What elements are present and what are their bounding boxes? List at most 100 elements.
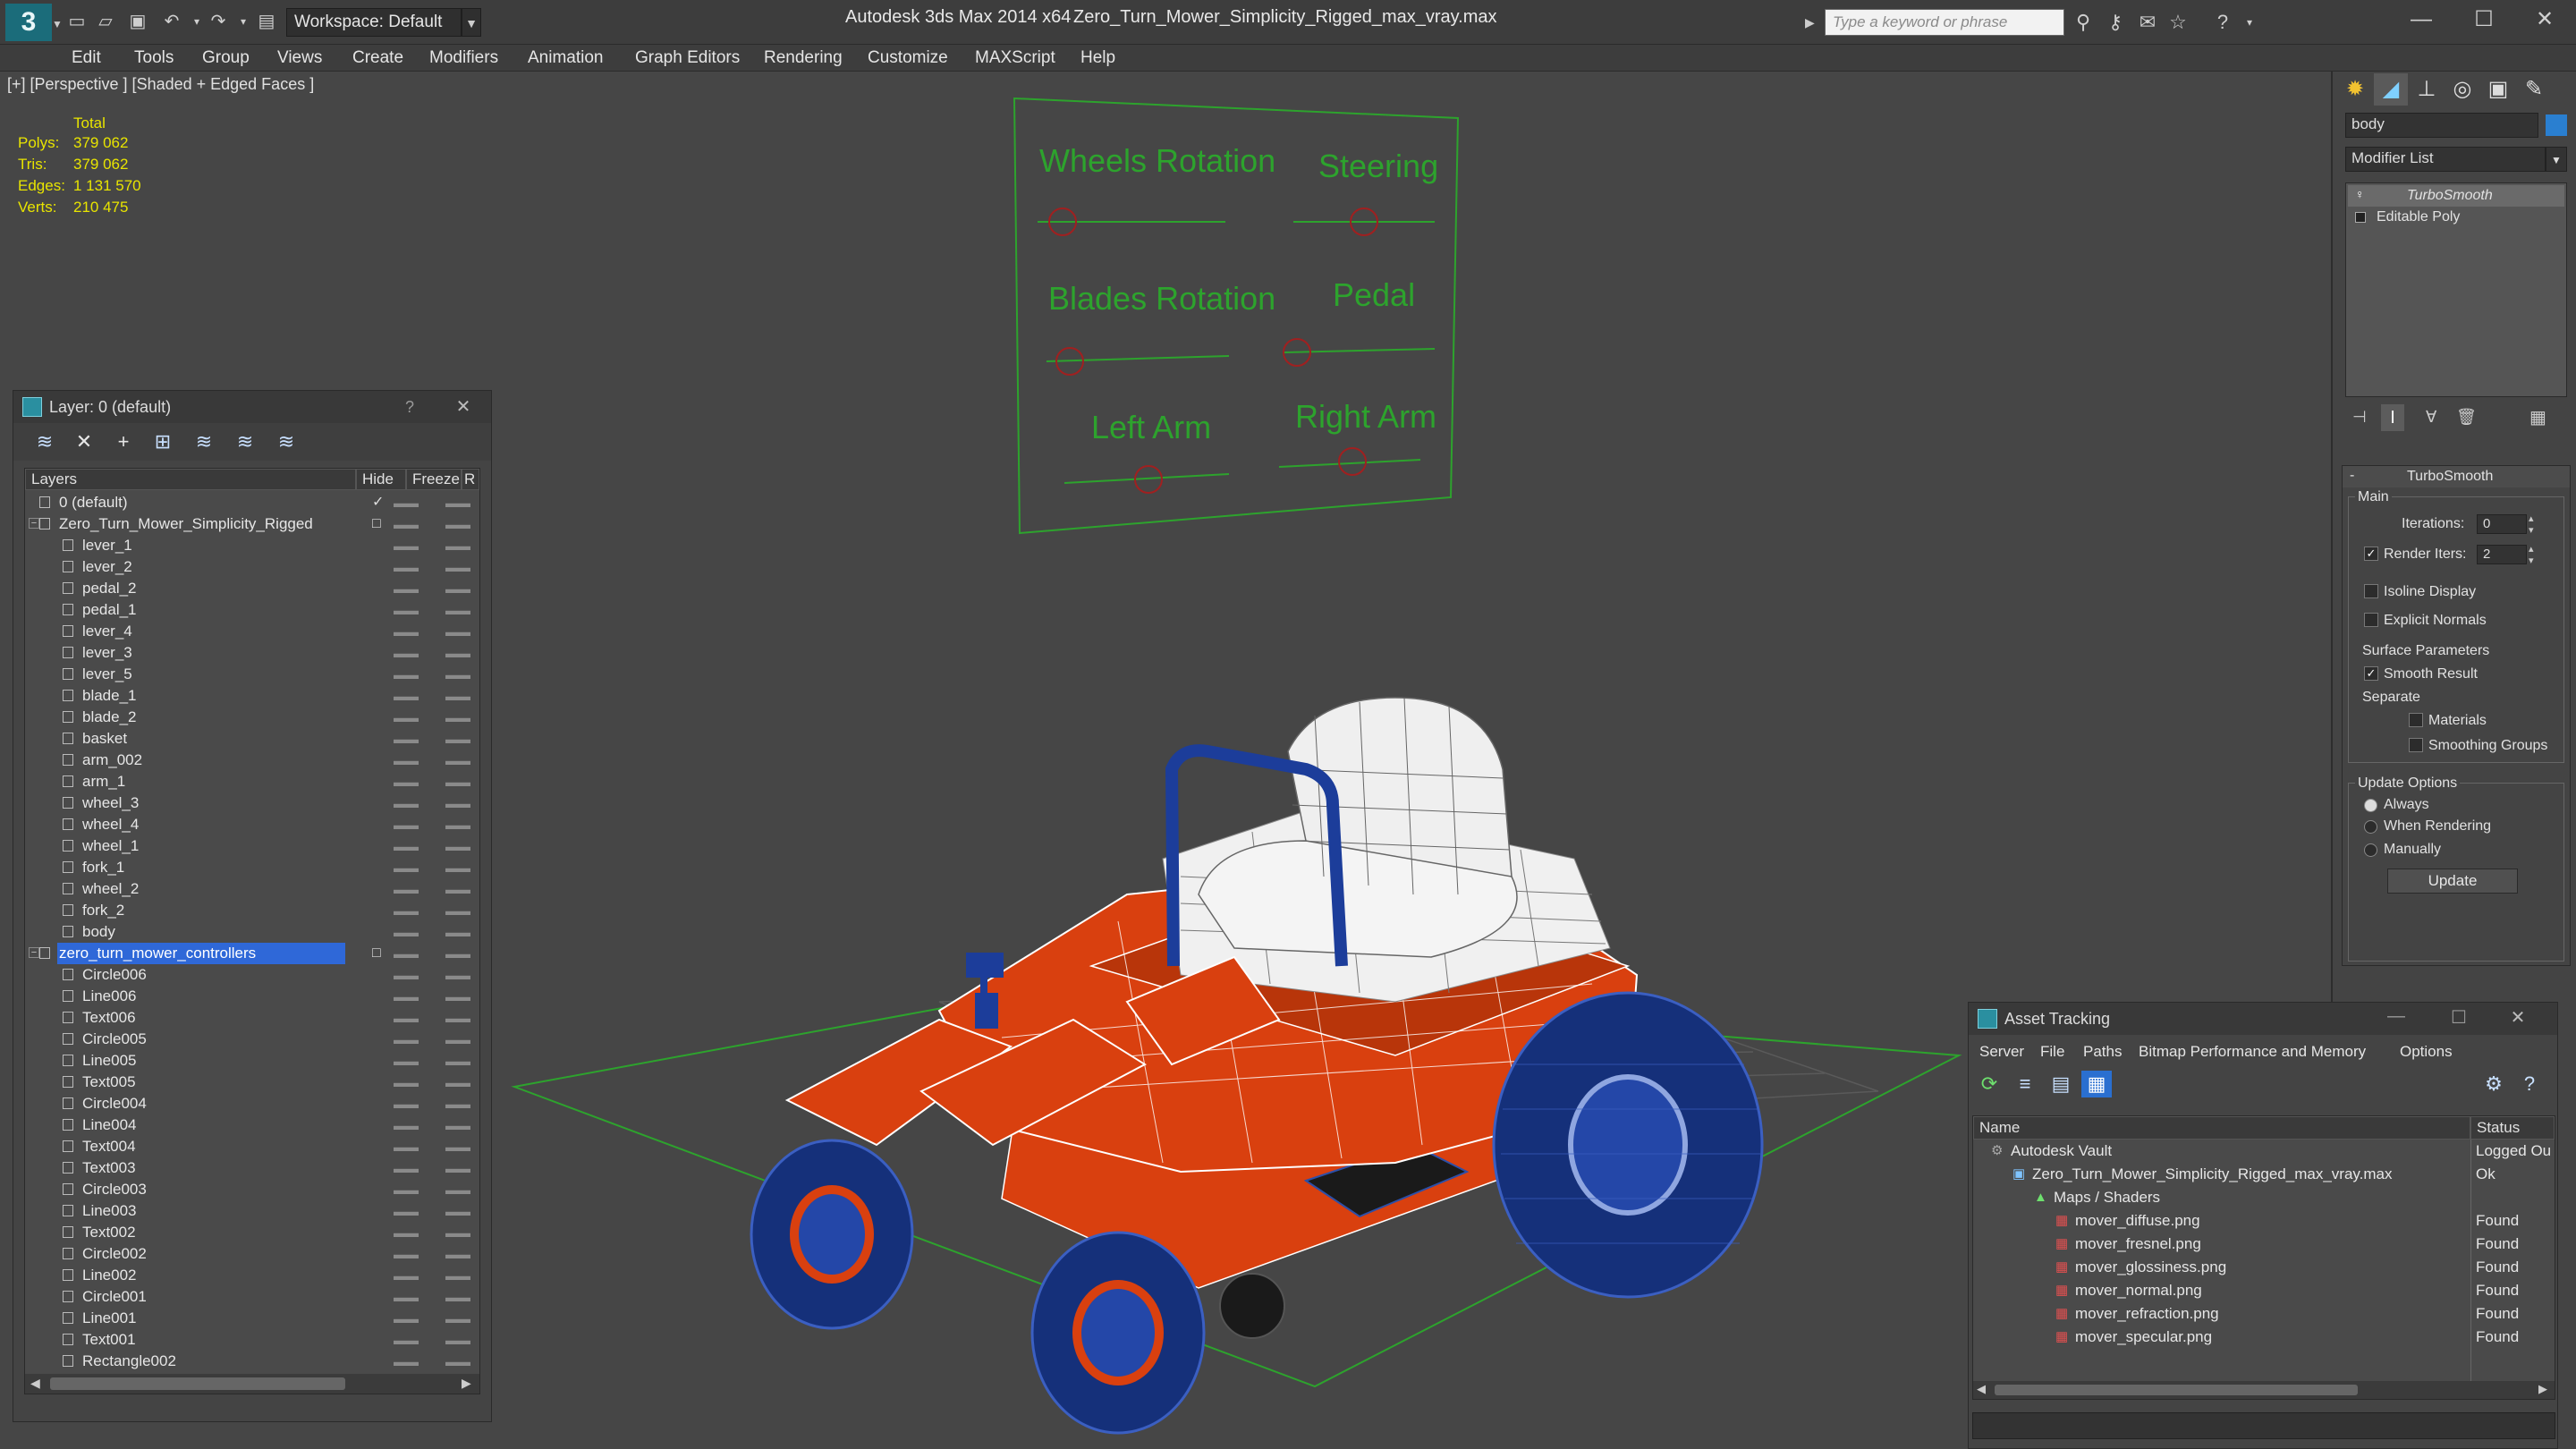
- layer-row[interactable]: wheel_2 ▬▬ ▬▬: [25, 878, 479, 900]
- freeze-toggle[interactable]: ▬▬: [445, 964, 470, 986]
- menu-rendering[interactable]: Rendering: [764, 45, 843, 72]
- layer-row[interactable]: Circle001 ▬▬ ▬▬: [25, 1286, 479, 1308]
- layer-row[interactable]: Line005 ▬▬ ▬▬: [25, 1050, 479, 1072]
- menu-modifiers[interactable]: Modifiers: [429, 45, 498, 72]
- freeze-toggle[interactable]: ▬▬: [445, 535, 470, 556]
- hide-toggle[interactable]: ▬▬: [394, 835, 419, 857]
- open-file-icon[interactable]: ▱: [93, 10, 118, 33]
- freeze-toggle[interactable]: ▬▬: [445, 1308, 470, 1329]
- workspace-dropdown-icon[interactable]: ▼: [462, 8, 481, 37]
- layer-panel-close-icon[interactable]: ✕: [448, 394, 479, 419]
- menu-help[interactable]: Help: [1080, 45, 1115, 72]
- asset-scroll-right-icon[interactable]: ▶: [2538, 1382, 2547, 1396]
- always-radio[interactable]: [2364, 799, 2377, 812]
- freeze-toggle[interactable]: ▬▬: [445, 707, 470, 728]
- asset-scroll-left-icon[interactable]: ◀: [1977, 1382, 1986, 1396]
- create-tab-icon[interactable]: ✹: [2338, 73, 2372, 106]
- subscription-key-icon[interactable]: ⚷: [2102, 9, 2129, 36]
- rollout-header[interactable]: - TurboSmooth: [2343, 466, 2570, 487]
- object-color-swatch[interactable]: [2546, 114, 2567, 136]
- help-dropdown-icon[interactable]: ▾: [2236, 9, 2263, 36]
- layer-row[interactable]: pedal_2 ▬▬ ▬▬: [25, 578, 479, 599]
- layer-row[interactable]: blade_2 ▬▬ ▬▬: [25, 707, 479, 728]
- manually-radio[interactable]: [2364, 843, 2377, 857]
- configure-sets-icon[interactable]: ▦: [2529, 406, 2546, 428]
- freeze-toggle[interactable]: ▬▬: [445, 1329, 470, 1351]
- freeze-toggle[interactable]: ▬▬: [445, 1050, 470, 1072]
- asset-row[interactable]: ▦ mover_fresnel.png Found: [1973, 1233, 2555, 1256]
- binoculars-icon[interactable]: ⚲: [2070, 9, 2097, 36]
- layer-row[interactable]: Text002 ▬▬ ▬▬: [25, 1222, 479, 1243]
- help-asset-icon[interactable]: ?: [2514, 1071, 2545, 1097]
- freeze-toggle[interactable]: ▬▬: [445, 492, 470, 513]
- communication-center-icon[interactable]: ✉: [2134, 9, 2161, 36]
- object-name-field[interactable]: body: [2345, 113, 2538, 138]
- col-header-layers[interactable]: Layers: [25, 469, 356, 490]
- app-menu-arrow-icon[interactable]: ▼: [52, 18, 64, 30]
- pin-stack-icon[interactable]: ⊣: [2352, 408, 2367, 427]
- layer-row[interactable]: Line002 ▬▬ ▬▬: [25, 1265, 479, 1286]
- hide-toggle[interactable]: ▬▬: [394, 1007, 419, 1029]
- hide-toggle[interactable]: ▬▬: [394, 1114, 419, 1136]
- layer-panel-help-icon[interactable]: ?: [396, 394, 423, 419]
- display-tab-icon[interactable]: ▣: [2481, 73, 2515, 106]
- asset-scroll-thumb[interactable]: [1995, 1385, 2358, 1395]
- layer-row[interactable]: Text001 ▬▬ ▬▬: [25, 1329, 479, 1351]
- menu-maxscript[interactable]: MAXScript: [975, 45, 1055, 72]
- hide-toggle[interactable]: ▬▬: [394, 513, 419, 535]
- hide-toggle[interactable]: ▬▬: [394, 1200, 419, 1222]
- save-file-icon[interactable]: ▣: [125, 10, 150, 33]
- iterations-spinner[interactable]: 0: [2477, 514, 2527, 534]
- layer-row[interactable]: body ▬▬ ▬▬: [25, 921, 479, 943]
- create-layer-icon[interactable]: ≋: [30, 428, 60, 455]
- hide-toggle[interactable]: ▬▬: [394, 771, 419, 792]
- hide-toggle[interactable]: ▬▬: [394, 492, 419, 513]
- menu-graph-editors[interactable]: Graph Editors: [635, 45, 740, 72]
- layer-row[interactable]: wheel_4 ▬▬ ▬▬: [25, 814, 479, 835]
- expand-icon[interactable]: [2355, 212, 2366, 223]
- hide-toggle[interactable]: ▬▬: [394, 1157, 419, 1179]
- layer-row[interactable]: Circle002 ▬▬ ▬▬: [25, 1243, 479, 1265]
- project-folder-icon[interactable]: ▤: [254, 10, 279, 33]
- layer-row[interactable]: basket ▬▬ ▬▬: [25, 728, 479, 750]
- freeze-toggle[interactable]: ▬▬: [445, 1007, 470, 1029]
- hide-toggle[interactable]: ▬▬: [394, 1329, 419, 1351]
- expand-toggle-icon[interactable]: −: [29, 947, 39, 958]
- remove-modifier-icon[interactable]: 🗑: [2456, 408, 2477, 427]
- freeze-toggle[interactable]: ▬▬: [445, 878, 470, 900]
- vault-icon[interactable]: ⚙: [2479, 1071, 2509, 1097]
- asset-path-field[interactable]: [1972, 1412, 2555, 1439]
- freeze-toggle[interactable]: ▬▬: [445, 857, 470, 878]
- hide-toggle[interactable]: ▬▬: [394, 964, 419, 986]
- layer-row[interactable]: wheel_1 ▬▬ ▬▬: [25, 835, 479, 857]
- isoline-display-checkbox[interactable]: [2364, 584, 2378, 598]
- hierarchy-tab-icon[interactable]: ⊥: [2410, 73, 2444, 106]
- stack-item-editable-poly[interactable]: Editable Poly: [2348, 207, 2564, 228]
- freeze-toggle[interactable]: ▬▬: [445, 814, 470, 835]
- explicit-normals-checkbox[interactable]: [2364, 613, 2378, 627]
- hide-toggle[interactable]: ▬▬: [394, 664, 419, 685]
- hide-toggle[interactable]: ▬▬: [394, 1136, 419, 1157]
- asset-row[interactable]: ⚙ Autodesk Vault Logged Ou: [1973, 1140, 2555, 1163]
- freeze-toggle[interactable]: ▬▬: [445, 1114, 470, 1136]
- motion-tab-icon[interactable]: ◎: [2445, 73, 2479, 106]
- layer-row[interactable]: lever_3 ▬▬ ▬▬: [25, 642, 479, 664]
- search-input[interactable]: Type a keyword or phrase: [1825, 9, 2064, 36]
- hide-all-layers-icon[interactable]: ≋: [230, 428, 260, 455]
- iterations-spinner-arrows-icon[interactable]: ▴ ▾: [2529, 513, 2534, 536]
- freeze-toggle[interactable]: ▬▬: [445, 1179, 470, 1200]
- asset-menu-options[interactable]: Options: [2400, 1038, 2453, 1065]
- hide-toggle[interactable]: ▬▬: [394, 792, 419, 814]
- layer-row[interactable]: Text006 ▬▬ ▬▬: [25, 1007, 479, 1029]
- asset-row[interactable]: ▦ mover_normal.png Found: [1973, 1279, 2555, 1302]
- list-view-icon[interactable]: ≡: [2010, 1071, 2040, 1097]
- freeze-toggle[interactable]: ▬▬: [445, 728, 470, 750]
- asset-row[interactable]: ▦ mover_specular.png Found: [1973, 1326, 2555, 1349]
- hide-toggle[interactable]: ▬▬: [394, 1072, 419, 1093]
- freeze-toggle[interactable]: ▬▬: [445, 664, 470, 685]
- hide-toggle[interactable]: ▬▬: [394, 707, 419, 728]
- stack-item-turbosmooth[interactable]: ♀ TurboSmooth: [2348, 185, 2564, 207]
- redo-dropdown-icon[interactable]: ▾: [231, 10, 256, 33]
- hide-toggle[interactable]: ▬▬: [394, 814, 419, 835]
- freeze-toggle[interactable]: ▬▬: [445, 1157, 470, 1179]
